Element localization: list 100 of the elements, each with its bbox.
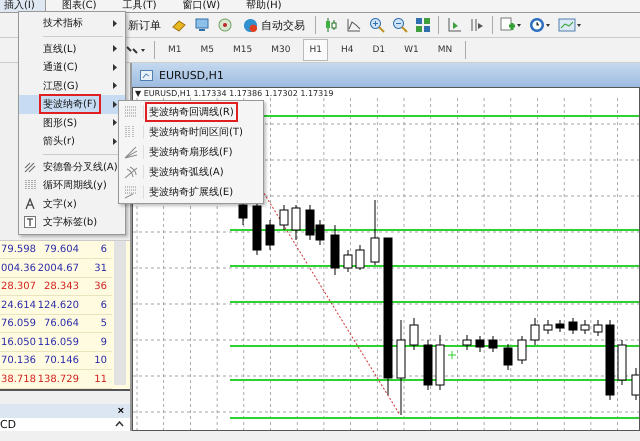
candlestick [266, 220, 274, 250]
candlestick [252, 204, 262, 256]
menu-item[interactable]: 技术指标 [41, 15, 85, 32]
ask-cell-text: 138.729 [36, 374, 79, 385]
submenu-arrow-icon [113, 100, 117, 108]
candlestick [316, 220, 324, 246]
submenu-item[interactable]: 斐波纳奇时间区间(T) [147, 124, 245, 140]
cycle-lines-icon [24, 179, 36, 192]
candlestick-icon[interactable] [323, 17, 339, 33]
ask-cell-text: 79.604 [43, 244, 79, 256]
fibonacci-fan-icon [124, 145, 138, 159]
bid-cell: 24.614 [1, 300, 35, 311]
close-button[interactable]: × [116, 404, 126, 417]
candlestick [618, 340, 626, 386]
crosshair-marker [448, 350, 456, 360]
timeframe-button[interactable]: M15 [227, 39, 258, 61]
candlestick [280, 204, 288, 230]
ask-cell-text: 76.064 [43, 318, 79, 330]
submenu-item[interactable]: 斐波纳奇回调线(R) [147, 104, 236, 120]
ask-cell-text: 124.620 [36, 300, 79, 311]
menu-item[interactable]: 插入(I) [0, 0, 46, 12]
submenu-item[interactable]: 斐波纳奇扇形线(F) [147, 144, 235, 160]
timeframe-button[interactable]: M30 [265, 39, 296, 61]
spread-cell-text: 5 [100, 318, 107, 330]
menu-item[interactable]: 图形(S) [41, 114, 80, 131]
ask-cell-text: 116.059 [36, 336, 79, 348]
menu-item[interactable]: 江恩(G) [41, 78, 81, 94]
autoscroll-icon[interactable] [469, 17, 485, 33]
scrollbar[interactable] [114, 240, 126, 385]
bid-cell: 38.718 [1, 374, 35, 385]
text-icon [25, 198, 35, 210]
candlestick [556, 320, 564, 332]
candlestick [410, 318, 418, 350]
bid-cell: 76.059 [1, 318, 35, 330]
timeframe-button[interactable]: H4 [334, 39, 360, 61]
chart-info-text: ▼ EURUSD,H1 1.17334 1.17386 1.17302 1.17319 [135, 89, 334, 98]
candlestick [504, 344, 512, 370]
candlestick [488, 336, 498, 352]
candlestick [436, 334, 444, 390]
menu-item[interactable]: 帮助(H) [242, 0, 292, 12]
menu-item[interactable]: 图表(C) [58, 0, 107, 12]
submenu-arrow-icon [113, 82, 117, 90]
candlestick [344, 250, 352, 272]
candlestick [330, 224, 340, 276]
menu-item[interactable]: 箭头(r) [41, 133, 77, 150]
bid-cell: 79.598 [1, 244, 35, 256]
auto-trading-button[interactable]: 自动交易 [240, 16, 308, 34]
candlestick [292, 204, 300, 240]
ask-cell-text: 28.343 [43, 281, 79, 292]
menu-item[interactable]: 直线(L) [41, 40, 78, 57]
timeframe-button[interactable]: H1 [303, 39, 328, 61]
spread-cell-text: 31 [93, 262, 107, 274]
bid-cell: 16.050 [1, 336, 35, 348]
ask-cell-text: 70.146 [43, 355, 79, 366]
bid-cell: 28.307 [1, 281, 35, 292]
menu-item[interactable]: 文字标签(b) [41, 214, 100, 230]
menu-item[interactable]: 工具(T) [118, 0, 166, 12]
collapse-icon[interactable] [115, 421, 124, 428]
timeframe-button[interactable]: M1 [162, 39, 188, 61]
timeframe-button[interactable]: W1 [398, 39, 425, 61]
submenu-item[interactable]: 斐波纳奇弧线(A) [147, 164, 226, 180]
menu-item[interactable]: 循环周期线(y) [41, 177, 109, 194]
candlestick [424, 340, 432, 390]
navigator-item[interactable]: CD [0, 418, 16, 431]
candlestick [462, 334, 472, 350]
timeframe-button[interactable]: MN [432, 39, 458, 61]
candlestick [306, 204, 314, 240]
submenu-arrow-icon [113, 138, 117, 145]
zoom-out-icon[interactable] [392, 17, 408, 33]
menu-item[interactable]: 文字(x) [41, 196, 79, 212]
submenu-arrow-icon [113, 20, 117, 27]
chart-window-title: EURUSD,H1 [159, 68, 224, 82]
chart-shift-icon[interactable] [446, 17, 462, 33]
monitor-icon[interactable] [194, 17, 210, 33]
chart-template-icon[interactable] [558, 17, 582, 33]
candlestick [356, 244, 364, 270]
candlestick [568, 318, 578, 334]
submenu-item[interactable]: 斐波纳奇扩展线(E) [147, 184, 236, 200]
new-order-button[interactable]: 新订单 [125, 16, 164, 34]
tile-windows-icon[interactable] [415, 17, 431, 33]
timeframe-button[interactable]: M5 [194, 39, 220, 61]
text-label-icon [24, 216, 36, 228]
candlestick [238, 204, 248, 226]
candlestick [370, 200, 380, 266]
chart-window-icon [140, 69, 153, 81]
menu-item[interactable]: 通道(C) [41, 59, 80, 76]
spread-cell-text: 36 [93, 281, 107, 292]
menu-item[interactable]: 安德鲁分叉线(A) [41, 158, 120, 175]
zoom-in-icon[interactable] [369, 17, 385, 33]
candlestick [594, 320, 602, 336]
timeframe-button[interactable]: D1 [366, 39, 392, 61]
submenu-arrow-icon [113, 45, 117, 52]
bid-cell: 70.136 [1, 355, 35, 366]
submenu-arrow-icon [113, 64, 117, 71]
spread-cell-text: 6 [100, 300, 107, 311]
spread-cell-text: 9 [100, 336, 107, 348]
candlestick [476, 336, 484, 352]
line-chart-icon[interactable] [346, 17, 362, 33]
new-chart-icon[interactable] [500, 17, 522, 33]
clock-icon[interactable] [529, 17, 551, 33]
